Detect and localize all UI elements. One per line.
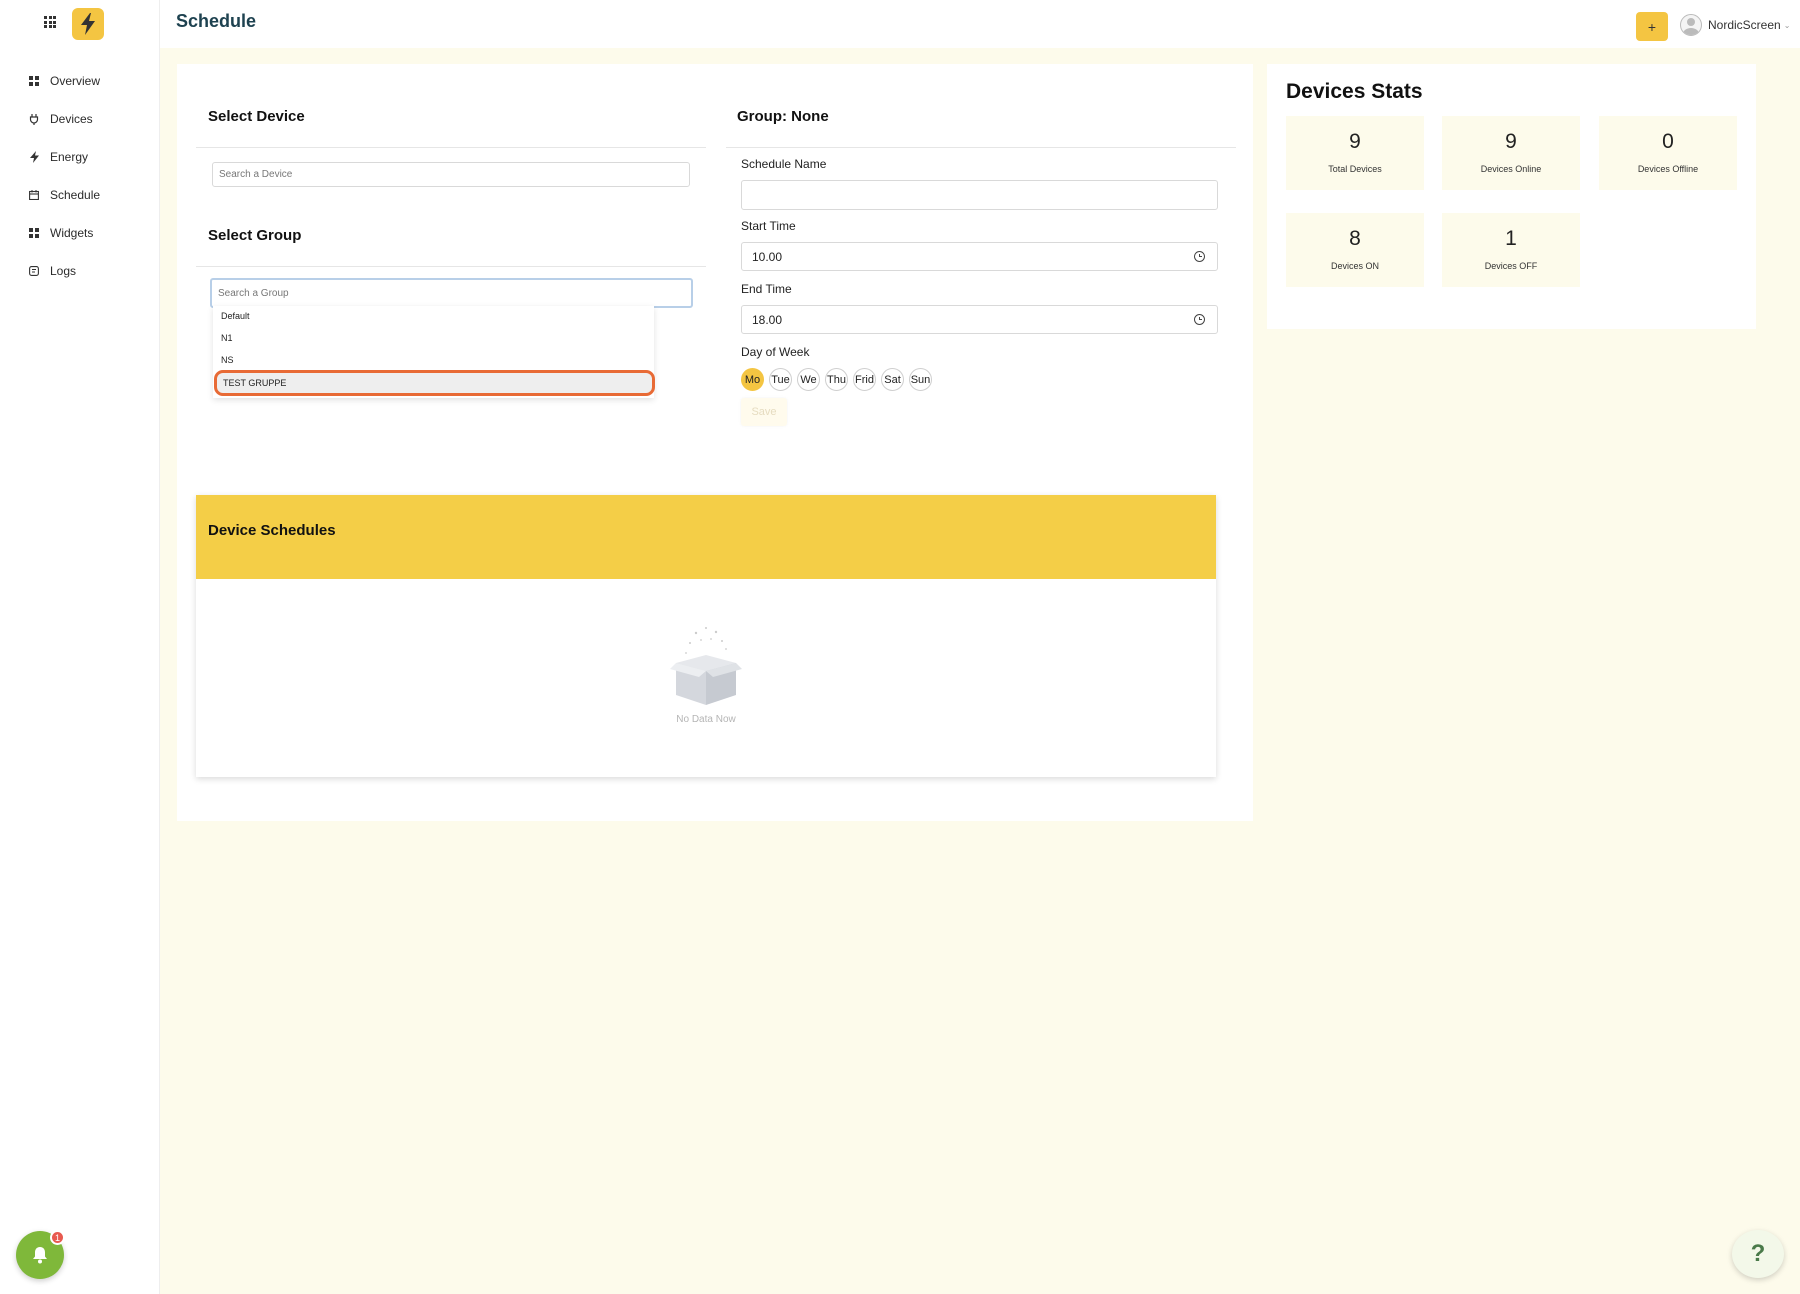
stat-devices-on: 8 Devices ON <box>1286 213 1424 287</box>
group-option[interactable]: N1 <box>219 328 648 348</box>
start-time-input[interactable]: 10.00 <box>741 242 1218 271</box>
grid-icon <box>28 75 40 87</box>
day-toggle-sun[interactable]: Sun <box>909 368 932 391</box>
sidebar-item-devices[interactable]: Devices <box>0 100 160 138</box>
day-toggle-mo[interactable]: Mo <box>741 368 764 391</box>
apps-grid-icon[interactable] <box>44 16 56 28</box>
sidebar-item-logs[interactable]: Logs <box>0 252 160 290</box>
stat-label: Devices OFF <box>1484 261 1538 271</box>
help-button[interactable]: ? <box>1732 1230 1784 1278</box>
avatar <box>1680 14 1702 36</box>
sidebar-item-overview[interactable]: Overview <box>0 62 160 100</box>
empty-state: No Data Now <box>666 625 746 725</box>
stat-devices-off: 1 Devices OFF <box>1442 213 1580 287</box>
device-schedules-header: Device Schedules <box>196 495 1216 579</box>
day-toggle-we[interactable]: We <box>797 368 820 391</box>
empty-state-text: No Data Now <box>676 714 736 725</box>
group-option[interactable]: Default <box>219 306 648 326</box>
bolt-icon <box>28 151 40 163</box>
start-time-value: 10.00 <box>752 250 783 264</box>
day-toggle-sat[interactable]: Sat <box>881 368 904 391</box>
devices-stats-title: Devices Stats <box>1286 80 1423 103</box>
clock-icon[interactable] <box>1194 251 1205 262</box>
day-of-week-selector: Mo Tue We Thu Frid Sat Sun <box>741 368 937 391</box>
sidebar-item-label: Widgets <box>50 226 94 240</box>
day-of-week-label: Day of Week <box>741 345 810 359</box>
start-time-label: Start Time <box>741 219 796 233</box>
app-logo[interactable] <box>72 8 104 40</box>
lightning-logo-icon <box>81 13 95 35</box>
sidebar-item-schedule[interactable]: Schedule <box>0 176 160 214</box>
sidebar-item-label: Schedule <box>50 188 101 202</box>
chevron-down-icon: ⌄ <box>1783 20 1791 30</box>
group-option-highlighted[interactable]: TEST GRUPPE <box>214 370 655 396</box>
empty-box-icon <box>670 627 742 705</box>
group-search-input[interactable] <box>210 278 693 308</box>
device-schedules-title: Device Schedules <box>208 522 336 539</box>
sidebar: Overview Devices Energy Schedule Widgets <box>0 0 160 1294</box>
device-search-input[interactable] <box>212 162 690 187</box>
stat-label: Devices ON <box>1330 261 1379 271</box>
stat-value: 0 <box>1662 130 1674 153</box>
page-title: Schedule <box>176 11 257 31</box>
day-toggle-thu[interactable]: Thu <box>825 368 848 391</box>
stat-label: Devices Offline <box>1637 164 1699 174</box>
group-option[interactable]: NS <box>219 350 648 370</box>
stat-label: Devices Online <box>1480 164 1542 174</box>
clock-icon[interactable] <box>1194 314 1205 325</box>
stat-label: Total Devices <box>1328 164 1382 174</box>
divider <box>196 266 706 267</box>
stat-devices-offline: 0 Devices Offline <box>1599 116 1737 190</box>
sidebar-item-widgets[interactable]: Widgets <box>0 214 160 252</box>
sidebar-item-label: Devices <box>50 112 93 126</box>
notifications-button[interactable]: 1 <box>16 1230 65 1279</box>
stat-total-devices: 9 Total Devices <box>1286 116 1424 190</box>
sidebar-item-label: Logs <box>50 264 77 278</box>
sidebar-top <box>0 0 160 48</box>
sidebar-item-label: Overview <box>50 74 101 88</box>
user-menu[interactable]: NordicScreen ⌄ <box>1680 13 1790 37</box>
end-time-value: 18.00 <box>752 313 783 327</box>
device-schedules-card: Device Schedules No Data Now <box>196 495 1216 777</box>
group-dropdown: Default N1 NS TEST GRUPPE <box>213 306 655 398</box>
devices-stats-panel: Devices Stats 9 Total Devices 9 Devices … <box>1267 64 1756 329</box>
log-icon <box>28 265 40 277</box>
stat-value: 1 <box>1505 227 1517 250</box>
group-heading: Group: None <box>737 108 829 125</box>
day-toggle-tue[interactable]: Tue <box>769 368 792 391</box>
top-header: Schedule + NordicScreen ⌄ <box>160 0 1800 48</box>
plug-icon <box>28 113 40 125</box>
add-button[interactable]: + <box>1636 12 1668 41</box>
bell-icon <box>33 1247 47 1264</box>
divider <box>196 147 706 148</box>
schedule-name-label: Schedule Name <box>741 157 827 171</box>
select-device-title: Select Device <box>208 108 305 125</box>
sidebar-item-energy[interactable]: Energy <box>0 138 160 176</box>
username: NordicScreen <box>1708 18 1781 32</box>
day-toggle-frid[interactable]: Frid <box>853 368 876 391</box>
stat-value: 9 <box>1505 130 1517 153</box>
save-button[interactable]: Save <box>741 398 787 426</box>
select-group-title: Select Group <box>208 227 302 244</box>
calendar-icon <box>28 189 40 201</box>
sidebar-nav: Overview Devices Energy Schedule Widgets <box>0 62 160 290</box>
stat-devices-online: 9 Devices Online <box>1442 116 1580 190</box>
sidebar-item-label: Energy <box>50 150 89 164</box>
divider <box>726 147 1236 148</box>
stat-value: 8 <box>1349 227 1361 250</box>
schedule-name-input[interactable] <box>741 180 1218 210</box>
notification-badge: 1 <box>50 1230 65 1245</box>
end-time-input[interactable]: 18.00 <box>741 305 1218 334</box>
stat-value: 9 <box>1349 130 1361 153</box>
grid-icon <box>28 227 40 239</box>
end-time-label: End Time <box>741 282 792 296</box>
